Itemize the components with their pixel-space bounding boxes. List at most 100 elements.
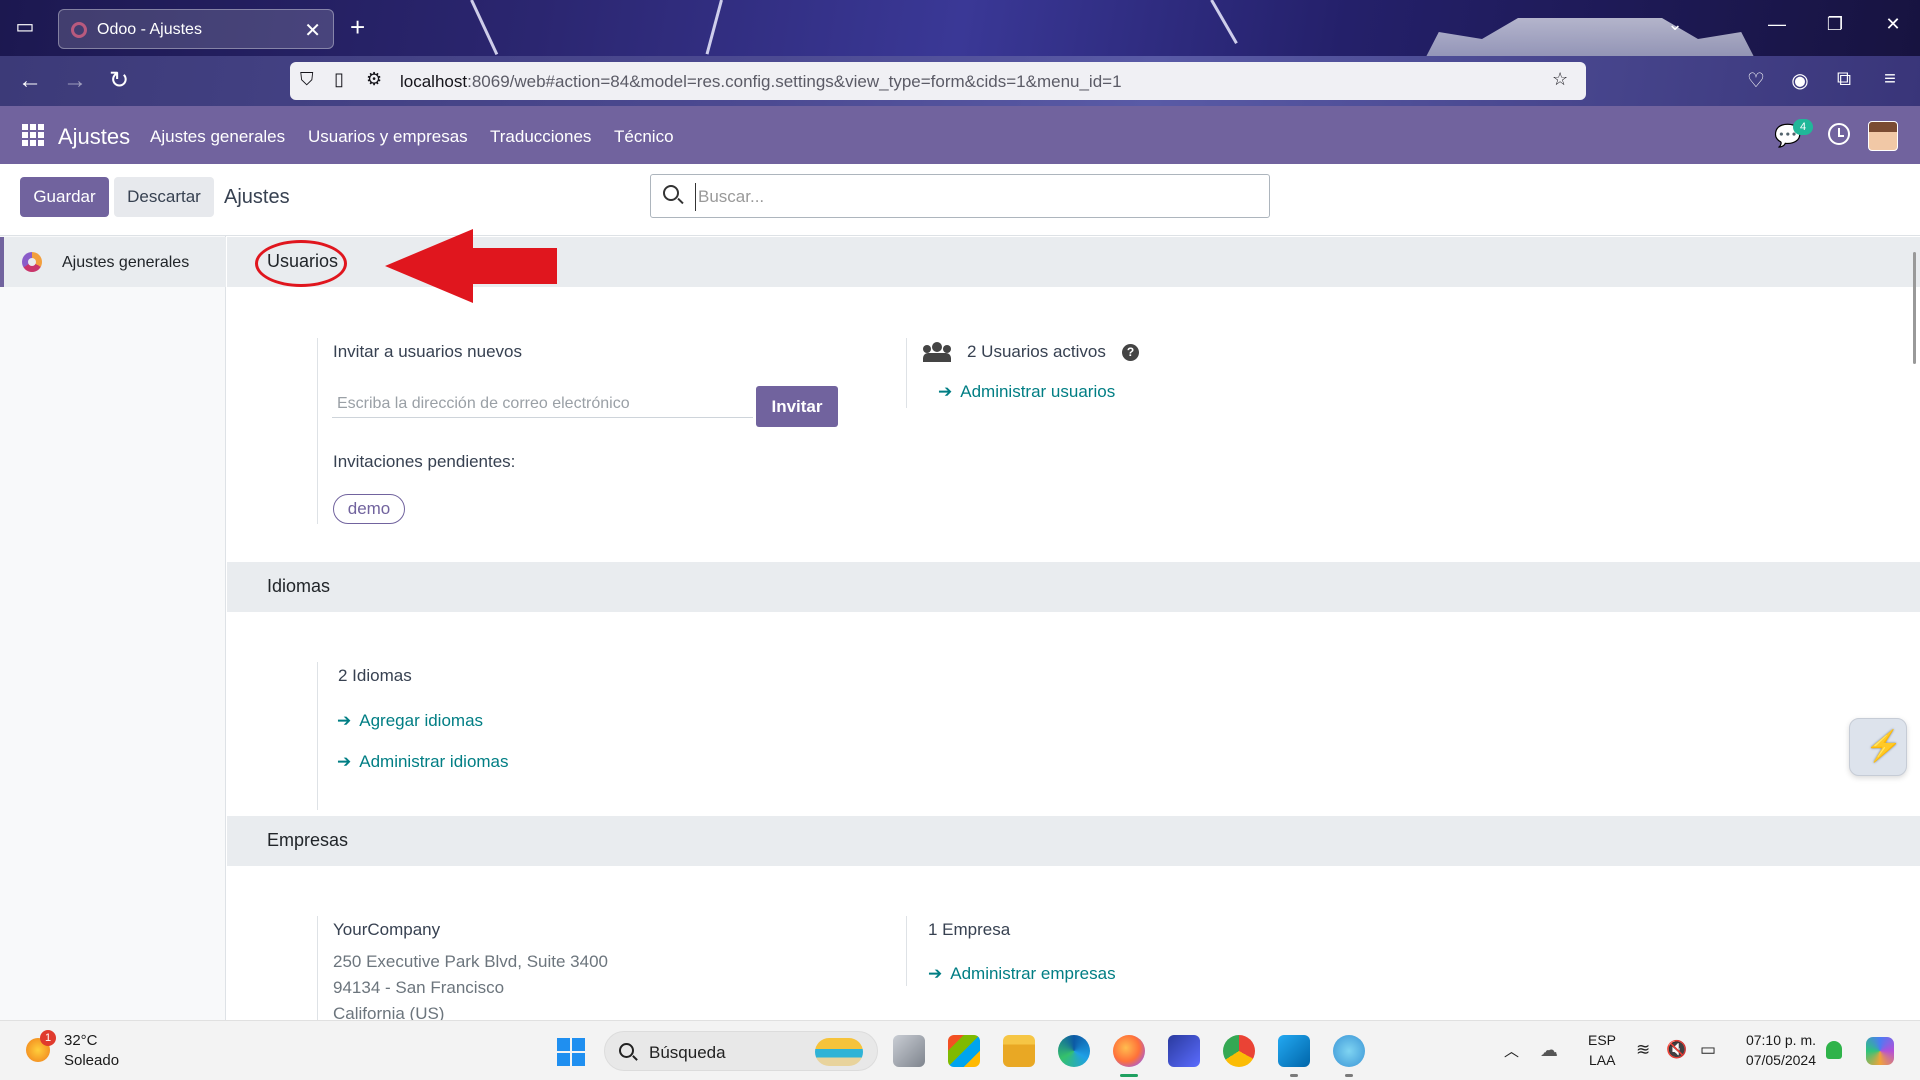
invite-users-label: Invitar a usuarios nuevos — [333, 342, 522, 361]
help-icon[interactable]: ? — [1122, 344, 1139, 361]
tab-overview-icon[interactable]: ▭ — [10, 12, 40, 42]
tab-title: Odoo - Ajustes — [97, 21, 202, 38]
search-icon — [663, 185, 679, 201]
menu-ajustes-generales[interactable]: Ajustes generales — [150, 127, 285, 147]
minimize-icon[interactable]: — — [1762, 14, 1792, 35]
menu-usuarios-empresas[interactable]: Usuarios y empresas — [308, 127, 468, 147]
taskbar-search-label: Búsqueda — [649, 1043, 726, 1062]
weather-description[interactable]: Soleado — [64, 1052, 119, 1069]
annotation-circle — [255, 240, 347, 287]
battery-icon[interactable]: ▭ — [1700, 1040, 1716, 1060]
copilot-icon[interactable] — [1866, 1037, 1894, 1065]
vscode-icon[interactable] — [1278, 1035, 1310, 1067]
arrow-right-icon: ➔ — [938, 382, 953, 401]
onedrive-icon[interactable]: ☁ — [1540, 1040, 1558, 1061]
windows-taskbar: 1 32°C Soleado Búsqueda ︿ ☁ ESP LAA ≋ 🔇 … — [0, 1020, 1920, 1080]
pending-invites-label: Invitaciones pendientes: — [333, 452, 516, 471]
company-address-line: 94134 - San Francisco — [333, 978, 505, 997]
permissions-icon[interactable]: ⚙ — [366, 69, 382, 90]
users-group-icon — [923, 342, 951, 362]
section-title-idiomas: Idiomas — [267, 576, 331, 596]
reload-icon[interactable]: ↻ — [104, 68, 134, 94]
settings-main: Usuarios Invitar a usuarios nuevos Invit… — [227, 236, 1920, 1020]
company-address-line: 250 Executive Park Blvd, Suite 3400 — [333, 952, 608, 971]
manage-languages-link[interactable]: ➔ Administrar idiomas — [337, 752, 509, 772]
url-text[interactable]: localhost:8069/web#action=84&model=res.c… — [400, 72, 1122, 92]
active-users-count: 2 Usuarios activos — [967, 342, 1106, 361]
forward-icon[interactable]: → — [60, 68, 90, 94]
active-app-indicator — [1120, 1074, 1138, 1077]
input-layout[interactable]: LAA — [1589, 1052, 1615, 1068]
edge-browser-icon[interactable] — [1058, 1035, 1090, 1067]
back-icon[interactable]: ← — [15, 68, 45, 94]
apps-grid-icon[interactable] — [22, 124, 44, 146]
chrome-icon[interactable] — [1223, 1035, 1255, 1067]
weather-alert-badge: 1 — [40, 1030, 56, 1046]
search-input[interactable] — [695, 183, 1255, 211]
manage-users-link[interactable]: ➔ Administrar usuarios — [938, 382, 1115, 402]
pocket-icon[interactable]: ♡ — [1742, 68, 1770, 93]
arrow-right-icon: ➔ — [337, 711, 352, 730]
extensions-icon[interactable]: ⧉ — [1830, 68, 1858, 91]
theme-logo-graphic — [1410, 18, 1770, 56]
file-explorer-icon[interactable] — [1003, 1035, 1035, 1067]
editor-app-icon[interactable] — [1168, 1035, 1200, 1067]
input-language[interactable]: ESP — [1588, 1032, 1616, 1048]
bookmark-star-icon[interactable]: ☆ — [1552, 69, 1568, 90]
address-bar[interactable]: ⛉ ▯ ⚙ localhost:8069/web#action=84&model… — [290, 62, 1586, 100]
clock-date[interactable]: 07/05/2024 — [1736, 1052, 1816, 1068]
page-info-icon[interactable]: ▯ — [334, 69, 344, 90]
clock-time[interactable]: 07:10 p. m. — [1742, 1032, 1816, 1048]
shield-icon[interactable]: ⛉ — [300, 69, 314, 90]
invite-button[interactable]: Invitar — [756, 386, 838, 427]
section-header-idiomas: Idiomas — [227, 562, 1920, 612]
windows-start-icon[interactable] — [557, 1038, 585, 1066]
activity-clock-icon[interactable] — [1828, 123, 1850, 145]
browser-tab-bar: ▭ Odoo - Ajustes ✕ + ⌄ — ❐ ✕ — [0, 0, 1920, 56]
task-view-icon[interactable] — [893, 1035, 925, 1067]
microsoft-store-icon[interactable] — [948, 1035, 980, 1067]
page-scrollbar[interactable] — [1913, 252, 1916, 364]
control-panel: Guardar Descartar Ajustes — [0, 164, 1920, 236]
sidebar-item-ajustes-generales[interactable]: Ajustes generales — [0, 237, 226, 287]
background-lightning — [1210, 0, 1238, 45]
wifi-icon[interactable]: ≋ — [1636, 1040, 1650, 1060]
browser-tab-active[interactable]: Odoo - Ajustes ✕ — [58, 9, 334, 49]
paint-app-icon[interactable] — [1333, 1035, 1365, 1067]
restore-icon[interactable]: ❐ — [1820, 14, 1850, 35]
app-menu-icon[interactable]: ≡ — [1876, 68, 1904, 91]
search-box[interactable] — [650, 174, 1270, 218]
notification-bell-icon[interactable] — [1826, 1041, 1842, 1059]
arrow-right-icon: ➔ — [337, 752, 352, 771]
tab-close-icon[interactable]: ✕ — [304, 18, 321, 43]
firefox-icon[interactable] — [1113, 1035, 1145, 1067]
annotation-arrow — [385, 229, 557, 303]
account-icon[interactable]: ◉ — [1786, 68, 1814, 93]
browser-toolbar: ← → ↻ ⛉ ▯ ⚙ localhost:8069/web#action=84… — [0, 56, 1920, 106]
app-name[interactable]: Ajustes — [58, 124, 130, 150]
invite-email-input[interactable] — [332, 380, 753, 418]
pending-invite-badge[interactable]: demo — [333, 494, 405, 524]
manage-companies-link[interactable]: ➔ Administrar empresas — [928, 964, 1116, 984]
setting-divider — [317, 338, 318, 524]
odoo-navbar: Ajustes Ajustes generales Usuarios y emp… — [0, 106, 1920, 164]
taskbar-search[interactable]: Búsqueda — [604, 1031, 878, 1071]
company-count: 1 Empresa — [928, 920, 1011, 939]
floating-extension-widget[interactable]: ⚡ — [1849, 718, 1907, 776]
new-tab-button[interactable]: + — [350, 12, 365, 42]
speaker-muted-icon[interactable]: 🔇 — [1666, 1040, 1687, 1060]
save-button[interactable]: Guardar — [20, 177, 109, 217]
discard-button[interactable]: Descartar — [114, 177, 214, 217]
search-highlight-image — [815, 1038, 863, 1066]
section-title-empresas: Empresas — [267, 830, 349, 850]
add-languages-label: Agregar idiomas — [359, 711, 484, 730]
weather-temperature[interactable]: 32°C — [64, 1032, 98, 1049]
user-avatar[interactable] — [1868, 121, 1898, 151]
add-languages-link[interactable]: ➔ Agregar idiomas — [337, 711, 483, 731]
chevron-up-icon[interactable]: ︿ — [1504, 1040, 1519, 1061]
menu-tecnico[interactable]: Técnico — [614, 127, 674, 147]
menu-traducciones[interactable]: Traducciones — [490, 127, 591, 147]
odoo-app-icon — [22, 252, 42, 272]
list-tabs-icon[interactable]: ⌄ — [1660, 14, 1690, 35]
close-window-icon[interactable]: ✕ — [1878, 14, 1908, 35]
